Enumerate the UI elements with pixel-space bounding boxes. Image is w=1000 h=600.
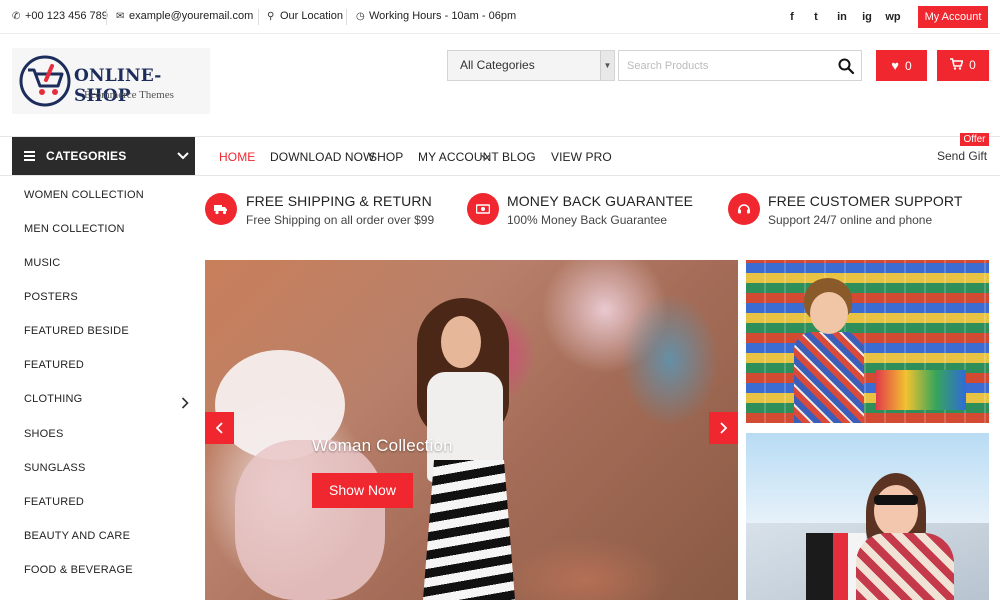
map-pin-icon: ⚲ [267,11,275,22]
send-gift-link[interactable]: Send Gift [937,149,987,163]
feature-subtitle: 100% Money Back Guarantee [507,213,668,227]
category-item[interactable]: SUNGLASS [24,462,86,474]
cart-icon [950,58,964,70]
promo-photo-decor [874,485,918,537]
category-list: WOMEN COLLECTION MEN COLLECTION MUSIC PO… [12,176,195,600]
offer-badge: Offer [960,133,989,146]
category-item[interactable]: POSTERS [24,291,78,303]
category-select[interactable]: All Categories ▼ [447,50,615,81]
menu-icon [24,151,35,161]
category-item[interactable]: MEN COLLECTION [24,223,125,235]
cart-button[interactable]: 0 [937,50,989,81]
feature-title: FREE SHIPPING & RETURN [246,193,432,209]
feature-title: MONEY BACK GUARANTEE [507,193,694,209]
divider [106,9,107,25]
hours-text: Working Hours - 10am - 06pm [369,10,517,22]
nav-shop[interactable]: SHOP [369,150,403,164]
promo-photo-decor [856,533,954,600]
category-select-value: All Categories [460,58,535,72]
facebook-icon[interactable]: f [781,8,803,26]
category-item[interactable]: FOOD & BEVERAGE [24,564,133,576]
category-item[interactable]: BEAUTY AND CARE [24,530,130,542]
hours-info: ◷ Working Hours - 10am - 06pm [356,10,516,22]
truck-icon [205,193,237,225]
promo-photo-decor [874,495,918,505]
logo-subtitle: Ecommerce Themes [84,89,174,101]
promo-photo-decor [794,332,864,423]
banner-photo-decor [423,460,515,600]
cart-logo-icon [19,55,71,107]
category-item[interactable]: FEATURED [24,359,84,371]
hero-slider[interactable]: Woman Collection Show Now [205,260,738,600]
wordpress-icon[interactable]: wp [882,8,904,26]
category-item[interactable]: FEATURED [24,496,84,508]
email-info[interactable]: ✉ example@youremail.com [116,10,253,22]
chevron-down-icon [177,152,189,160]
banner-title: Woman Collection [312,436,453,455]
nav-home[interactable]: HOME [219,150,255,164]
search-box [618,50,862,81]
location-text: Our Location [280,10,343,22]
promo-photo-decor [876,370,966,410]
chevron-down-icon [481,155,490,160]
phone-info: ✆ +00 123 456 789 [12,10,108,22]
wishlist-count: 0 [905,59,912,73]
chevron-right-icon [720,422,728,434]
promo-image-kids[interactable] [746,260,989,423]
divider [346,9,347,25]
show-now-button[interactable]: Show Now [312,473,413,508]
feature-title: FREE CUSTOMER SUPPORT [768,193,963,209]
linkedin-icon[interactable]: in [831,8,853,26]
my-account-button[interactable]: My Account [918,6,988,28]
chevron-left-icon [215,422,223,434]
headset-icon [728,193,760,225]
chevron-down-icon: ▼ [600,51,614,80]
site-logo[interactable]: ONLINE-SHOP Ecommerce Themes [12,48,210,114]
category-item[interactable]: MUSIC [24,257,60,269]
wishlist-button[interactable]: ♥ 0 [876,50,927,81]
category-item[interactable]: FEATURED BESIDE [24,325,129,337]
category-item[interactable]: CLOTHING [24,393,82,405]
divider [258,9,259,25]
nav-blog[interactable]: BLOG [502,150,536,164]
envelope-icon: ✉ [116,11,125,22]
search-input[interactable] [619,51,829,80]
banner-photo-decor [235,440,385,600]
money-icon [467,193,499,225]
search-icon[interactable] [837,57,855,75]
feature-subtitle: Support 24/7 online and phone [768,213,933,227]
banner-photo-decor [441,316,481,368]
slider-prev-button[interactable] [205,412,234,444]
categories-toggle[interactable]: CATEGORIES [12,137,195,175]
category-item[interactable]: WOMEN COLLECTION [24,189,144,201]
top-bar: ✆ +00 123 456 789 ✉ example@youremail.com … [0,0,1000,34]
category-item[interactable]: SHOES [24,428,64,440]
heart-icon: ♥ [891,58,900,73]
instagram-icon[interactable]: ig [856,8,878,26]
feature-subtitle: Free Shipping on all order over $99 [246,213,435,227]
promo-image-shopping[interactable] [746,433,989,600]
chevron-right-icon[interactable] [181,397,189,409]
slider-next-button[interactable] [709,412,738,444]
phone-text: +00 123 456 789 [25,10,108,22]
twitter-icon[interactable]: t [805,8,827,26]
nav-download-now[interactable]: DOWNLOAD NOW [270,150,375,164]
location-info[interactable]: ⚲ Our Location [267,10,343,22]
email-text: example@youremail.com [129,10,254,22]
phone-icon: ✆ [12,11,21,22]
promo-photo-decor [810,292,848,334]
clock-icon: ◷ [356,11,365,22]
categories-label: CATEGORIES [46,149,127,163]
nav-view-pro[interactable]: VIEW PRO [551,150,612,164]
cart-count: 0 [969,58,976,72]
